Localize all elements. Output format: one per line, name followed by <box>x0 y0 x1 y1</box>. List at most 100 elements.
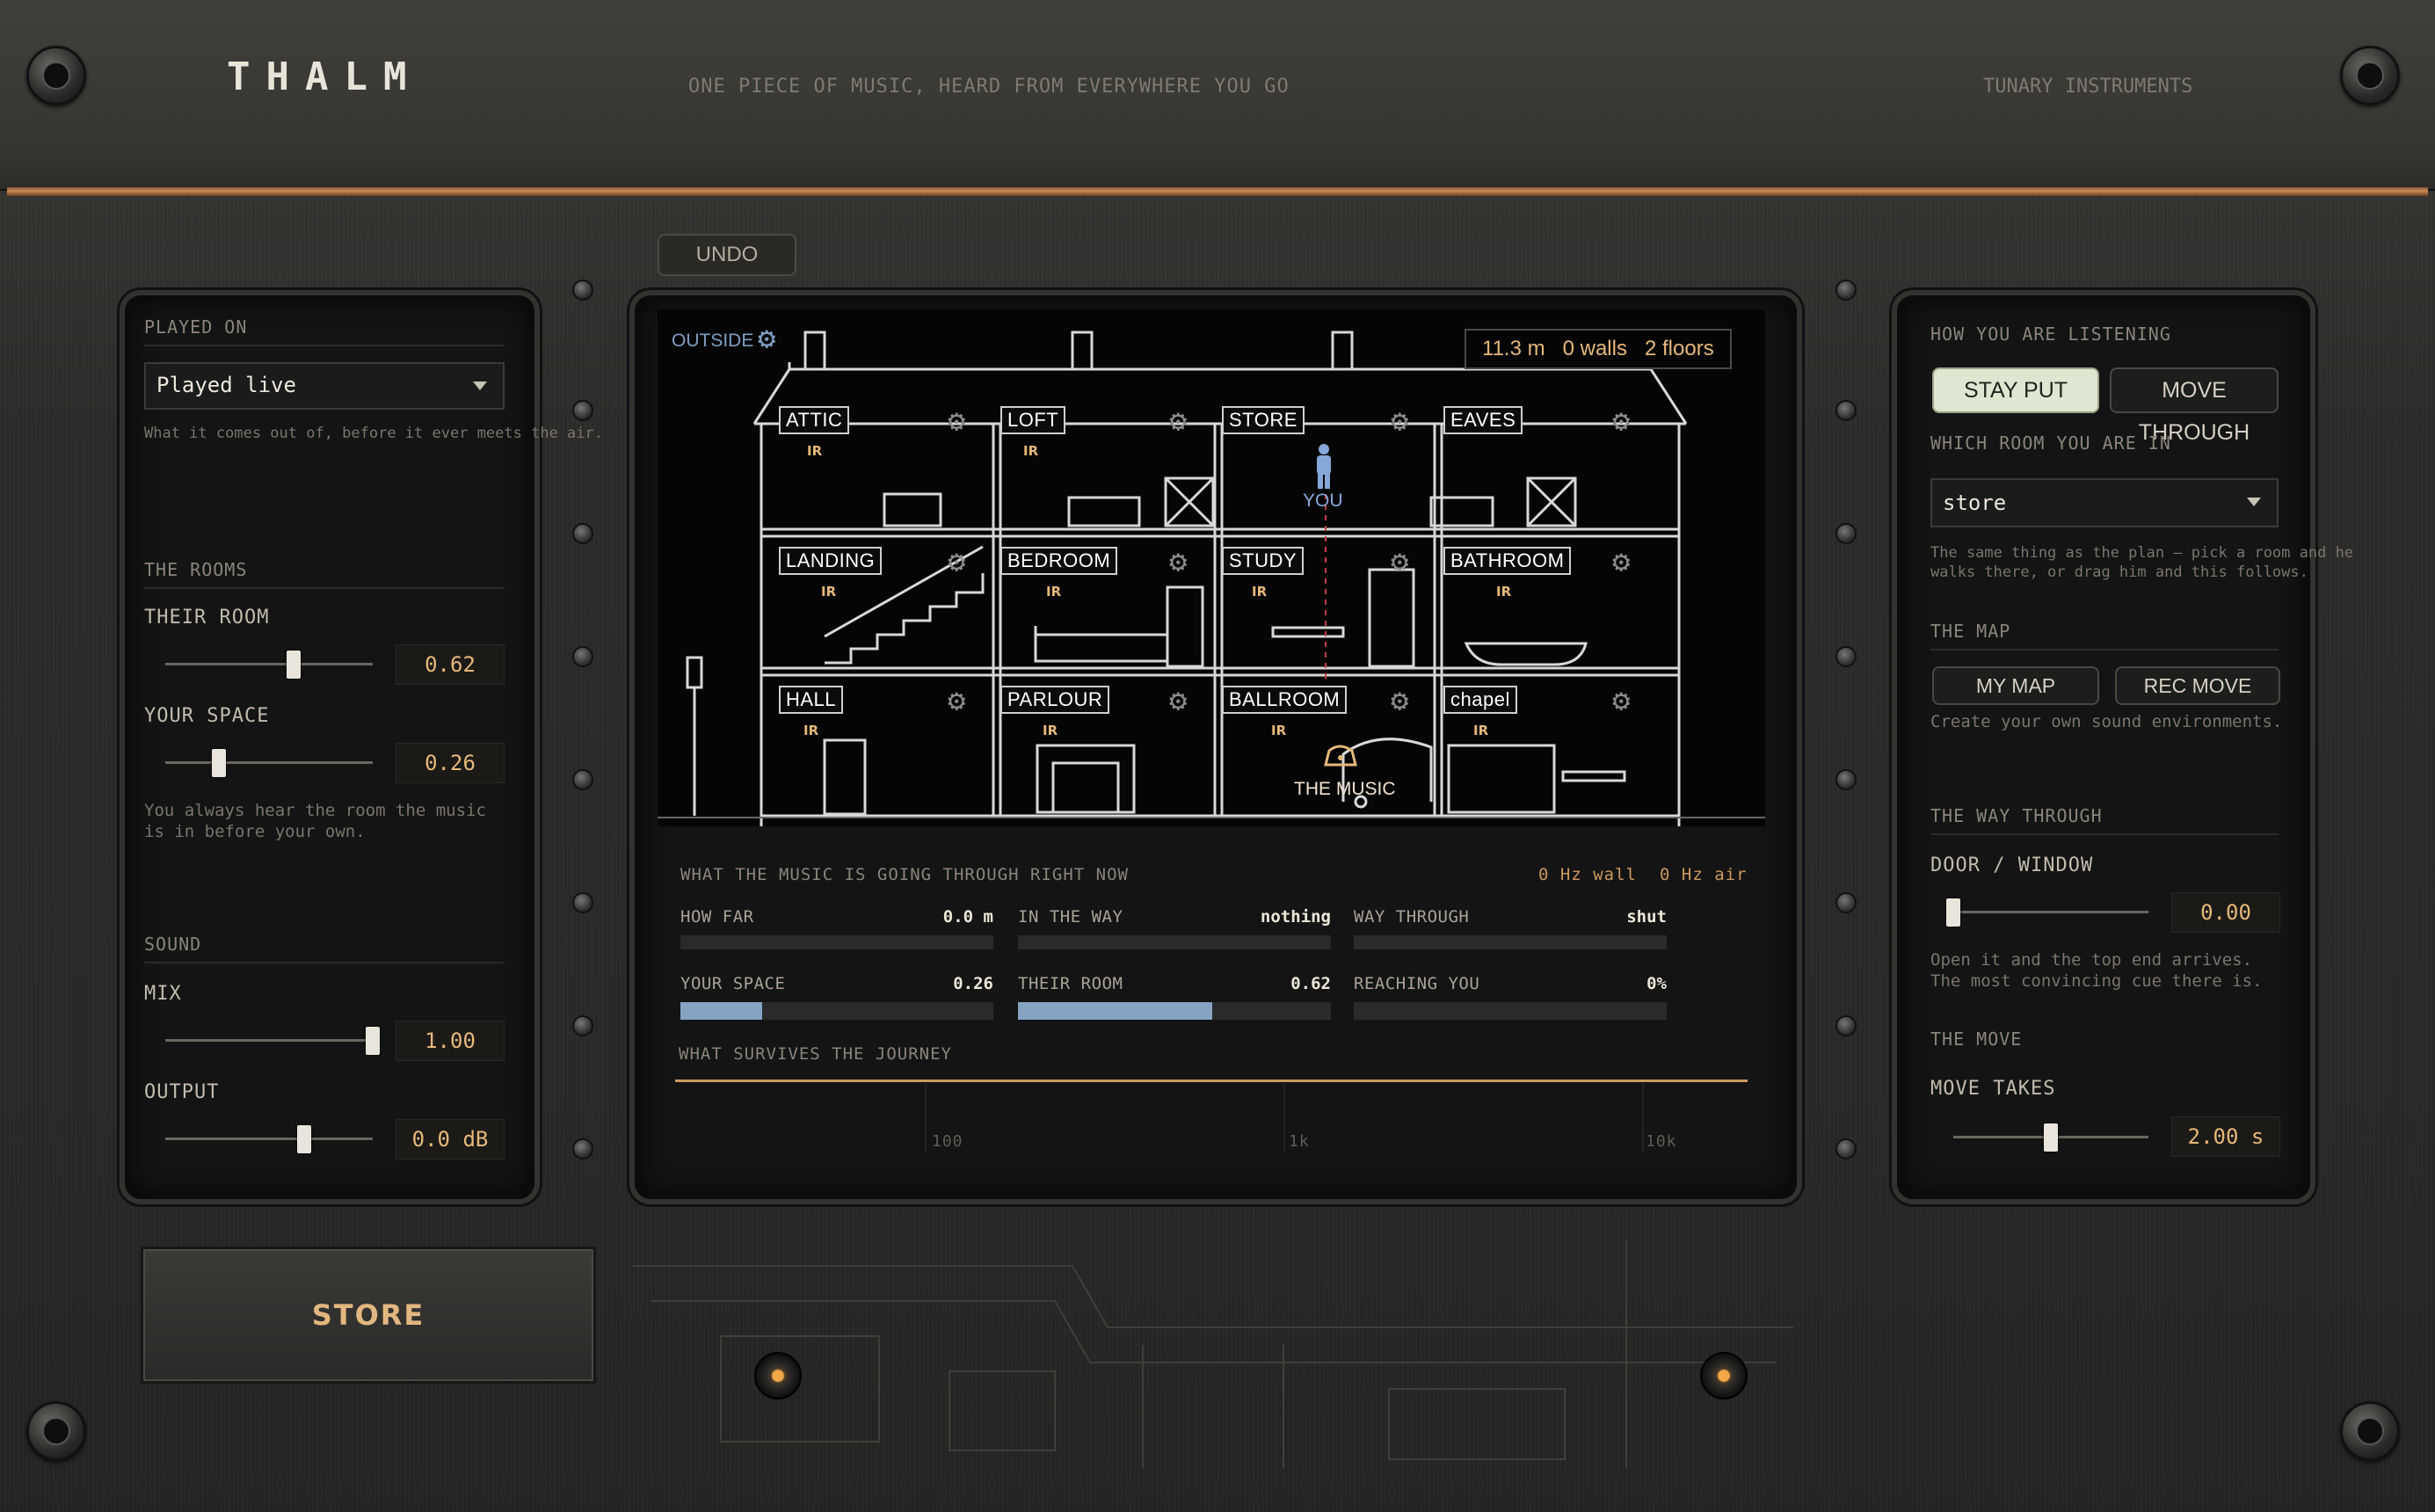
room-label-eaves[interactable]: EAVES <box>1443 406 1523 434</box>
room-label-ballroom[interactable]: BALLROOM <box>1222 686 1348 714</box>
stay-put-button[interactable]: STAY PUT <box>1932 367 2099 413</box>
rivet-icon <box>572 646 593 667</box>
room-label-hall[interactable]: HALL <box>779 686 844 714</box>
rooms-hint-line: is in before your own. <box>144 822 366 841</box>
room-label-bedroom[interactable]: BEDROOM <box>1000 547 1118 575</box>
your-space-label: YOUR SPACE <box>144 705 270 727</box>
room-select[interactable]: store <box>1930 478 2279 527</box>
readout-floors: 2 floors <box>1644 337 1714 360</box>
grid-line <box>1283 1083 1285 1153</box>
ir-badge: IR <box>1046 584 1062 600</box>
room-select-value: store <box>1943 491 2007 515</box>
slider-thumb[interactable] <box>297 1125 312 1153</box>
how-far-meter <box>680 935 993 949</box>
rivet-icon <box>1835 1138 1857 1159</box>
slider-track <box>165 761 373 764</box>
move-takes-slider[interactable] <box>1953 1123 2148 1152</box>
room-label-chapel[interactable]: chapel <box>1443 686 1517 714</box>
screw-icon <box>26 46 86 105</box>
their-room-value[interactable]: 0.62 <box>396 644 505 685</box>
slider-track <box>165 663 373 665</box>
chevron-down-icon <box>2247 498 2261 506</box>
ir-badge: IR <box>1023 443 1039 459</box>
room-label-store[interactable]: STORE <box>1222 406 1305 434</box>
grid-line <box>1642 1083 1644 1153</box>
your-space-meter <box>680 1002 993 1020</box>
gear-icon[interactable]: ⚙ <box>1169 686 1187 716</box>
distance-readout: 11.3 m 0 walls 2 floors <box>1465 329 1732 369</box>
gear-icon[interactable]: ⚙ <box>1169 406 1187 436</box>
rivet-icon <box>1835 400 1857 421</box>
mix-value[interactable]: 1.00 <box>396 1021 505 1061</box>
played-on-select[interactable]: Played live <box>144 362 505 410</box>
move-through-button[interactable]: MOVE THROUGH <box>2110 367 2279 445</box>
gear-icon[interactable]: ⚙ <box>1169 547 1187 577</box>
gear-icon[interactable]: ⚙ <box>1612 406 1630 436</box>
your-space-value[interactable]: 0.26 <box>396 743 505 783</box>
your-space-slider[interactable] <box>165 749 373 777</box>
slider-thumb[interactable] <box>212 749 227 777</box>
slider-thumb[interactable] <box>1946 898 1960 927</box>
outside-label[interactable]: OUTSIDE <box>672 331 753 352</box>
screw-icon <box>2340 1401 2400 1461</box>
slider-thumb[interactable] <box>2044 1123 2058 1152</box>
gear-icon[interactable]: ⚙ <box>1612 686 1630 716</box>
ir-badge: IR <box>803 723 819 738</box>
their-room-slider[interactable] <box>165 651 373 679</box>
ir-badge: IR <box>1496 584 1512 600</box>
room-label-landing[interactable]: LANDING <box>779 547 883 575</box>
output-label: OUTPUT <box>144 1081 220 1103</box>
room-label-parlour[interactable]: PARLOUR <box>1000 686 1110 714</box>
their-room-meter <box>1018 1002 1331 1020</box>
ir-badge: IR <box>821 584 837 600</box>
gear-icon[interactable]: ⚙ <box>1391 547 1408 577</box>
move-takes-value[interactable]: 2.00 s <box>2171 1116 2280 1157</box>
gear-icon[interactable]: ⚙ <box>948 686 965 716</box>
slider-thumb[interactable] <box>366 1027 380 1055</box>
output-value[interactable]: 0.0 dB <box>396 1119 505 1159</box>
rivet-icon <box>1835 646 1857 667</box>
mix-slider[interactable] <box>165 1027 380 1055</box>
freq-tick-label: 100 <box>932 1132 963 1151</box>
chevron-down-icon <box>473 382 487 390</box>
room-label-attic[interactable]: ATTIC <box>779 406 850 434</box>
gear-icon[interactable]: ⚙ <box>758 323 775 353</box>
slider-thumb[interactable] <box>287 651 302 679</box>
map-hint: Create your own sound environments. <box>1930 712 2283 731</box>
divider <box>144 345 505 346</box>
music-source-icon[interactable] <box>1322 742 1359 768</box>
output-slider[interactable] <box>165 1125 373 1153</box>
ir-badge: IR <box>1271 723 1287 738</box>
house-plan[interactable]: OUTSIDE ⚙ 11.3 m 0 walls 2 floors ATTIC … <box>658 309 1765 826</box>
undo-button[interactable]: UNDO <box>658 234 796 276</box>
gear-icon[interactable]: ⚙ <box>948 547 965 577</box>
room-label-loft[interactable]: LOFT <box>1000 406 1066 434</box>
music-label: THE MUSIC <box>1294 779 1396 799</box>
ir-badge: IR <box>807 443 823 459</box>
meter-label: THEIR ROOM <box>1018 974 1123 993</box>
freq-tick-label: 10k <box>1646 1132 1677 1151</box>
rivet-icon <box>1835 1015 1857 1036</box>
room-hint-line: walks there, or drag him and this follow… <box>1930 563 2308 581</box>
mix-label: MIX <box>144 983 182 1005</box>
store-button[interactable]: STORE <box>141 1247 596 1384</box>
way-through-meter <box>1354 935 1667 949</box>
meter-value: 0.62 <box>1290 974 1331 993</box>
room-label-study[interactable]: STUDY <box>1222 547 1305 575</box>
divider <box>1930 649 2279 651</box>
room-label-bathroom[interactable]: BATHROOM <box>1443 547 1572 575</box>
ir-badge: IR <box>1252 584 1268 600</box>
listener-figure-icon[interactable] <box>1312 443 1336 489</box>
rec-move-button[interactable]: REC MOVE <box>2115 666 2280 705</box>
gear-icon[interactable]: ⚙ <box>1391 406 1408 436</box>
gear-icon[interactable]: ⚙ <box>1612 547 1630 577</box>
door-window-slider[interactable] <box>1946 898 2148 927</box>
copper-trim <box>7 187 2428 196</box>
section-title-way-through: THE WAY THROUGH <box>1930 805 2103 826</box>
my-map-button[interactable]: MY MAP <box>1932 666 2099 705</box>
gear-icon[interactable]: ⚙ <box>1391 686 1408 716</box>
way-through-hint-line: Open it and the top end arrives. <box>1930 950 2253 970</box>
gear-icon[interactable]: ⚙ <box>948 406 965 436</box>
door-window-value[interactable]: 0.00 <box>2171 892 2280 933</box>
grid-line <box>925 1083 927 1153</box>
